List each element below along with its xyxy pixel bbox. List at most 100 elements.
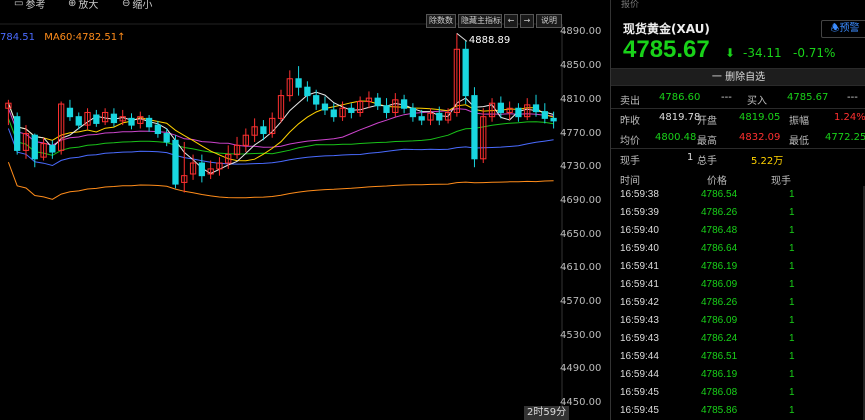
- candle-body: [31, 134, 38, 160]
- time-remaining-badge: 2时59分: [524, 406, 570, 420]
- chip-weights[interactable]: 除数数: [426, 14, 456, 28]
- trade-time: 16:59:43: [620, 315, 659, 326]
- candle-body: [418, 116, 425, 121]
- candle-body: [154, 124, 162, 135]
- trade-row: 16:59:41 4786.09 1: [611, 276, 865, 294]
- instrument-title: 现货黄金(XAU): [623, 22, 710, 36]
- tool-zoom-out[interactable]: ⊖ 缩小: [122, 0, 152, 11]
- candle-body: [49, 144, 56, 153]
- trade-row: 16:59:44 4786.51 1: [611, 348, 865, 366]
- trade-row: 16:59:39 4786.26 1: [611, 204, 865, 222]
- trade-price: 4786.08: [701, 387, 738, 398]
- trade-row: 16:59:44 4786.19 1: [611, 366, 865, 384]
- trade-row: 16:59:43 4786.09 1: [611, 312, 865, 330]
- chart-panel[interactable]: ▭ 参考 ⊕ 放大 ⊖ 缩小 除数数 隐藏主指标 ← → 说明 784.51 MA60…: [0, 0, 610, 420]
- candle-body: [145, 117, 153, 128]
- trade-time: 16:59:42: [620, 297, 659, 308]
- price-alert-button[interactable]: 🕭预警: [821, 20, 865, 38]
- candle-body: [409, 107, 417, 118]
- candle-body: [374, 97, 381, 107]
- quote-top-bar: 报价: [621, 0, 640, 10]
- tool-ruler[interactable]: ▭ 参考: [14, 0, 45, 11]
- tool-zoom-in[interactable]: ⊕ 放大: [68, 0, 98, 11]
- trade-vol: 1: [789, 315, 795, 326]
- candle-body: [330, 109, 337, 118]
- trade-price: 4786.09: [701, 279, 738, 290]
- candle-body: [471, 95, 478, 160]
- candle-body: [462, 48, 469, 97]
- quote-panel: 报价 现货黄金(XAU) 🕭预警 4785.67 ⬇ -34.11 -0.71%…: [610, 0, 865, 420]
- candlestick-chart[interactable]: [0, 0, 610, 420]
- trade-row: 16:59:38 4786.54 1: [611, 186, 865, 204]
- ruler-icon: ▭: [14, 0, 24, 9]
- candle-body: [515, 107, 522, 118]
- trades-list[interactable]: 16:59:38 4786.54 1 16:59:39 4786.26 1 16:59:40…: [611, 186, 865, 420]
- trade-row: 16:59:40 4786.64 1: [611, 240, 865, 258]
- peak-price-label: 4888.89: [468, 35, 511, 47]
- trade-time: 16:59:45: [620, 387, 659, 398]
- trade-time: 16:59:39: [620, 207, 659, 218]
- candle-body: [198, 162, 205, 177]
- trade-vol: 1: [789, 387, 795, 398]
- chip-prev-arrow[interactable]: ←: [504, 14, 518, 28]
- trade-time: 16:59:38: [620, 189, 659, 200]
- candle-body: [532, 104, 540, 113]
- trade-vol: 1: [789, 333, 795, 344]
- chip-hide-main-indicator[interactable]: 隐藏主指标: [458, 14, 502, 28]
- trade-time: 16:59:45: [620, 405, 659, 416]
- candle-body: [550, 117, 557, 122]
- candle-body: [295, 78, 302, 88]
- candle-body: [93, 114, 100, 124]
- zoom-in-icon: ⊕: [68, 0, 77, 9]
- trade-price: 4785.86: [701, 405, 738, 416]
- candle-body: [304, 86, 311, 97]
- quote-row-bid-ask: 卖出 4786.60 --- 买入 4785.67 ---: [620, 92, 858, 107]
- candle-body: [436, 112, 443, 121]
- price-tick-label: 4610.00: [560, 262, 602, 274]
- trade-time: 16:59:44: [620, 369, 659, 380]
- candle-body: [348, 107, 355, 113]
- last-price: 4785.67: [623, 36, 710, 63]
- trade-vol: 1: [789, 261, 795, 272]
- candle-body: [321, 103, 329, 111]
- trade-price: 4786.64: [701, 243, 738, 254]
- peak-pointer: [456, 32, 468, 42]
- candle-body: [128, 117, 135, 126]
- trade-time: 16:59:41: [620, 279, 659, 290]
- trade-price: 4786.51: [701, 351, 738, 362]
- candle-body: [163, 133, 170, 143]
- candle-body: [172, 139, 179, 185]
- price-tick-label: 4650.00: [560, 228, 602, 240]
- trade-vol: 1: [789, 207, 795, 218]
- chip-next-arrow[interactable]: →: [520, 14, 534, 28]
- price-tick-label: 4730.00: [560, 161, 602, 173]
- zoom-out-icon: ⊖: [122, 0, 131, 9]
- candle-body: [497, 102, 504, 113]
- ma-legend: 784.51 MA60:4782.51↑: [0, 32, 131, 43]
- candle-body: [260, 126, 267, 135]
- chip-help[interactable]: 说明: [536, 14, 562, 28]
- candle-body: [66, 107, 74, 118]
- candle-body: [75, 116, 82, 126]
- trade-price: 4786.09: [701, 315, 738, 326]
- trades-header: 时间 价格 现手: [620, 176, 791, 187]
- down-arrow-icon: ⬇: [725, 46, 736, 60]
- chart-toolbar: ▭ 参考 ⊕ 放大 ⊖ 缩小: [0, 0, 610, 11]
- trade-price: 4786.26: [701, 297, 738, 308]
- trade-vol: 1: [789, 189, 795, 200]
- price-tick-label: 4890.00: [560, 26, 602, 38]
- candle-body: [400, 99, 408, 109]
- trade-row: 16:59:41 4786.19 1: [611, 258, 865, 276]
- trade-price: 4786.24: [701, 333, 738, 344]
- ma60-line: [7, 162, 554, 200]
- price-tick-label: 4530.00: [560, 329, 602, 341]
- price-tick-label: 4570.00: [560, 296, 602, 308]
- remove-favorite-button[interactable]: 一 删除自选: [611, 68, 865, 86]
- quote-row-volume: 现手 1 总手 5.22万: [620, 152, 784, 167]
- trade-vol: 1: [789, 369, 795, 380]
- trade-price: 4786.48: [701, 225, 738, 236]
- candle-body: [313, 95, 320, 105]
- trade-vol: 1: [789, 243, 795, 254]
- trade-vol: 1: [789, 279, 795, 290]
- price-tick-label: 4770.00: [560, 127, 602, 139]
